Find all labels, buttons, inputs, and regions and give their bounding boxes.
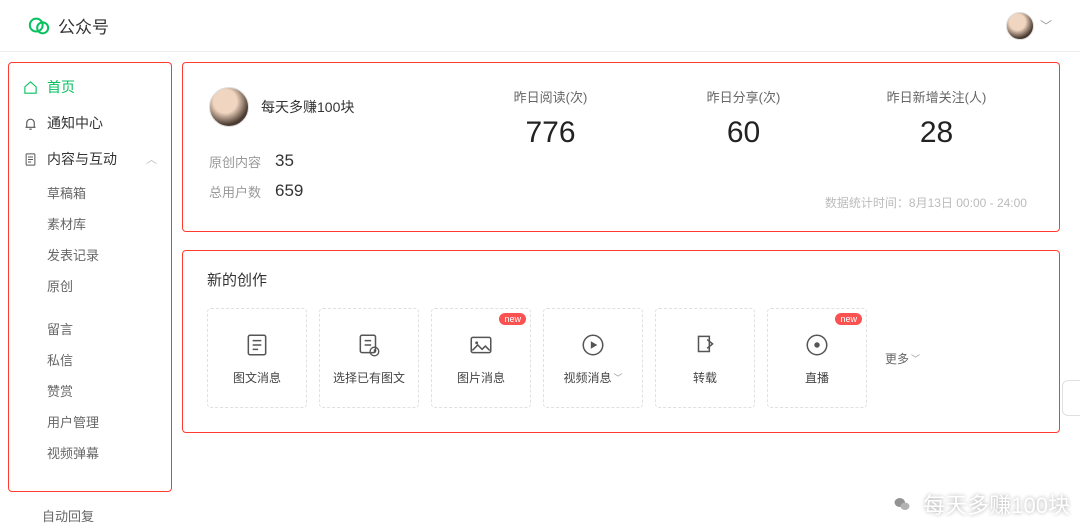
metric-shares: 昨日分享(次) 60 [674,87,814,180]
sidebar-sub-materials[interactable]: 素材库 [13,208,167,239]
create-panel: 新的创作 图文消息 选择已有图文 new [182,250,1060,433]
metric-label: 昨日阅读(次) [481,87,621,106]
side-handle[interactable] [1062,380,1080,416]
metric-label: 昨日分享(次) [674,87,814,106]
new-badge: new [835,313,862,325]
nav-label: 通知中心 [47,113,103,133]
tile-article[interactable]: 图文消息 [207,308,307,408]
sidebar-sub-comments[interactable]: 留言 [13,313,167,344]
sidebar: 首页 通知中心 内容与互动 ︿ 草稿箱 素材库 发表记录 原创 留言 私信 [0,52,172,526]
play-icon [579,331,607,359]
create-tiles: 图文消息 选择已有图文 new 图片消息 [207,308,1035,408]
chevron-down-icon: ﹀ [911,352,920,365]
account-avatar [209,87,249,127]
original-content-label: 原创内容 [209,152,261,171]
tile-repost[interactable]: 转载 [655,308,755,408]
article-clock-icon [355,331,383,359]
chevron-up-icon: ︿ [146,151,157,167]
tile-video[interactable]: 视频消息 ﹀ [543,308,643,408]
sidebar-sub-autoreply[interactable]: 自动回复 [8,492,172,531]
sidebar-item-home[interactable]: 首页 [13,69,167,105]
metric-follows: 昨日新增关注(人) 28 [867,87,1007,180]
user-menu[interactable]: ﹀ [1006,12,1052,40]
tile-choose-article[interactable]: 选择已有图文 [319,308,419,408]
avatar [1006,12,1034,40]
nav-label: 内容与互动 [47,149,117,169]
metric-label: 昨日新增关注(人) [867,87,1007,106]
sidebar-sub-drafts[interactable]: 草稿箱 [13,177,167,208]
sidebar-item-content[interactable]: 内容与互动 ︿ [13,141,167,177]
wechat-logo-icon [28,15,50,37]
chevron-down-icon: ﹀ [1040,17,1052,34]
metric-value: 60 [674,116,814,150]
more-button[interactable]: 更多 ﹀ [879,350,926,367]
metric-value: 28 [867,116,1007,150]
brand-area: 公众号 [28,13,109,38]
tile-label: 图文消息 [233,369,281,386]
sidebar-sub-danmu[interactable]: 视频弹幕 [13,437,167,468]
tile-label: 选择已有图文 [333,369,405,386]
brand-title: 公众号 [58,13,109,38]
nav-label: 首页 [47,77,75,97]
sidebar-item-notify[interactable]: 通知中心 [13,105,167,141]
tile-label: 转载 [693,369,717,386]
sidebar-sub-users[interactable]: 用户管理 [13,406,167,437]
total-users-value: 659 [275,181,303,201]
original-content-value: 35 [275,151,294,171]
metric-reads: 昨日阅读(次) 776 [481,87,621,180]
metric-value: 776 [481,116,621,150]
account-summary: 每天多赚100块 原创内容 35 总用户数 659 [209,87,454,211]
create-title: 新的创作 [207,269,1035,290]
document-icon [23,152,39,167]
more-label: 更多 [885,350,909,367]
tile-label: 视频消息 [563,369,611,386]
article-icon [243,331,271,359]
stats-timerange: 数据统计时间：8月13日 00:00 - 24:00 [454,194,1033,211]
sidebar-sub-dm[interactable]: 私信 [13,344,167,375]
metrics-row: 昨日阅读(次) 776 昨日分享(次) 60 昨日新增关注(人) 28 [454,87,1033,180]
sidebar-highlight-box: 首页 通知中心 内容与互动 ︿ 草稿箱 素材库 发表记录 原创 留言 私信 [8,62,172,492]
bell-icon [23,116,39,131]
main-content: 每天多赚100块 原创内容 35 总用户数 659 昨日阅读(次) 776 [172,52,1080,526]
total-users-label: 总用户数 [209,182,261,201]
chevron-down-icon: ﹀ [614,371,623,384]
tile-live[interactable]: new 直播 [767,308,867,408]
share-icon [691,331,719,359]
home-icon [23,80,39,95]
new-badge: new [499,313,526,325]
top-bar: 公众号 ﹀ [0,0,1080,52]
tile-label: 直播 [805,369,829,386]
tile-label: 图片消息 [457,369,505,386]
image-icon [467,331,495,359]
sidebar-sub-reward[interactable]: 赞赏 [13,375,167,406]
tile-image[interactable]: new 图片消息 [431,308,531,408]
sidebar-sub-published[interactable]: 发表记录 [13,239,167,270]
sidebar-sub-original[interactable]: 原创 [13,270,167,301]
account-name: 每天多赚100块 [261,97,354,117]
stats-panel: 每天多赚100块 原创内容 35 总用户数 659 昨日阅读(次) 776 [182,62,1060,232]
record-icon [803,331,831,359]
